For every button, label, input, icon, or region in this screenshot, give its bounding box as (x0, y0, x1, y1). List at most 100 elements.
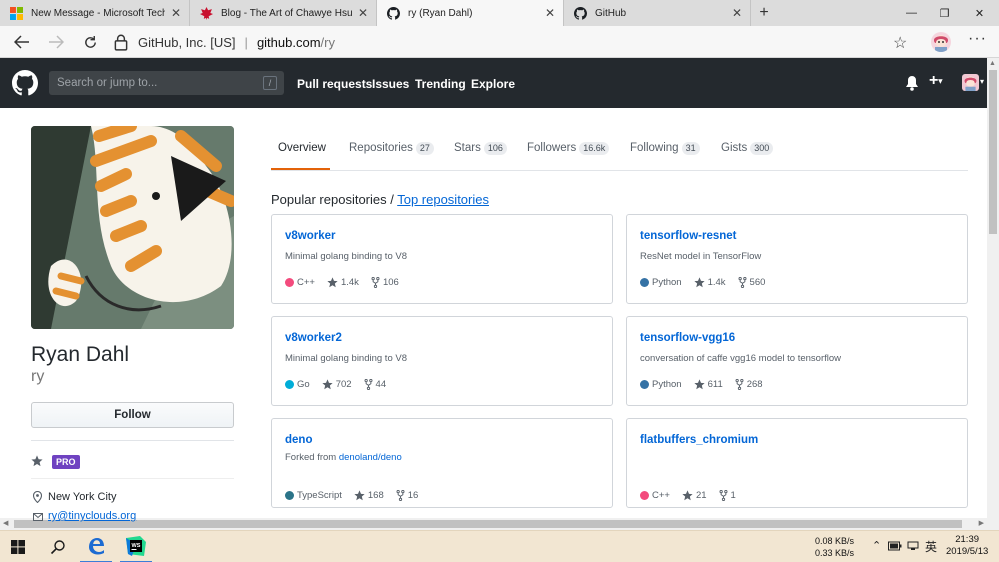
restore-button[interactable]: ❐ (928, 0, 961, 26)
tiger-avatar-image (31, 126, 234, 329)
bell-icon[interactable] (905, 75, 919, 91)
tab-label: Following (630, 142, 679, 154)
create-new-dropdown[interactable]: +▾ (929, 72, 942, 90)
minimize-button[interactable]: — (895, 0, 928, 26)
language-color-dot (285, 278, 294, 287)
browser-tab-ry[interactable]: ry (Ryan Dahl) ✕ (377, 0, 564, 26)
repo-stars[interactable]: 611 (693, 379, 723, 390)
scroll-left-icon[interactable]: ◀ (3, 519, 8, 527)
taskbar-edge[interactable] (80, 531, 112, 562)
repo-forks[interactable]: 560 (738, 277, 766, 288)
repo-description: Minimal golang binding to V8 (285, 251, 407, 262)
nav-pull-requests[interactable]: Pull requests (297, 77, 372, 91)
scrollbar-thumb[interactable] (989, 70, 997, 234)
star-icon (693, 379, 705, 390)
more-menu-icon[interactable]: ··· (968, 30, 987, 48)
browser-tab-blog[interactable]: Blog - The Art of Chawye Hsu ✕ (190, 0, 377, 26)
tray-chevron-up-icon[interactable]: ⌃ (872, 539, 881, 552)
url-field[interactable]: GitHub, Inc. [US] | github.com/ry (112, 29, 917, 55)
nav-explore[interactable]: Explore (471, 77, 515, 91)
repo-name-link[interactable]: v8worker2 (285, 332, 342, 344)
close-icon[interactable]: ✕ (171, 6, 181, 20)
scroll-right-icon[interactable]: ▶ (979, 519, 984, 527)
repo-forks[interactable]: 106 (371, 277, 399, 288)
close-icon[interactable]: ✕ (545, 6, 555, 20)
close-window-button[interactable]: ✕ (963, 0, 996, 26)
fork-count: 560 (749, 277, 766, 288)
svg-text:WS: WS (132, 543, 141, 549)
taskbar-webstorm[interactable]: WS (120, 531, 152, 562)
language-color-dot (640, 380, 649, 389)
repo-stars[interactable]: 1.4k (327, 277, 359, 288)
tab-following[interactable]: Following 31 (630, 142, 700, 155)
battery-icon[interactable] (888, 541, 902, 551)
repo-name-link[interactable]: v8worker (285, 230, 336, 242)
windows-start-icon[interactable] (11, 540, 25, 554)
repo-name-link[interactable]: deno (285, 434, 312, 446)
repo-stars[interactable]: 1.4k (693, 277, 726, 288)
vertical-scrollbar[interactable]: ▲ (987, 58, 999, 518)
tab-repositories[interactable]: Repositories 27 (349, 142, 434, 155)
language-color-dot (640, 278, 649, 287)
horizontal-scrollbar[interactable]: ◀ ▶ (0, 518, 987, 530)
fork-source-link[interactable]: denoland/deno (339, 452, 402, 463)
top-repositories-link[interactable]: Top repositories (397, 192, 489, 207)
tab-label: Followers (527, 142, 577, 154)
user-avatar[interactable] (962, 74, 979, 91)
new-tab-button[interactable]: + (751, 0, 777, 26)
github-logo-icon[interactable] (12, 70, 38, 96)
caret-down-icon[interactable]: ▾ (980, 77, 984, 86)
profile-email[interactable]: ry@tinyclouds.org (48, 510, 136, 522)
repo-language: Python (640, 277, 682, 288)
lock-icon (114, 34, 128, 51)
divider (31, 440, 234, 441)
repo-stars[interactable]: 168 (354, 490, 384, 501)
clock[interactable]: 21:39 2019/5/13 (946, 534, 988, 558)
repo-forks[interactable]: 1 (719, 490, 736, 501)
network-icon[interactable] (907, 541, 919, 551)
tab-overview[interactable]: Overview (278, 142, 326, 154)
tab-gists[interactable]: Gists 300 (721, 142, 774, 155)
repo-language: C++ (640, 490, 670, 501)
close-icon[interactable]: ✕ (732, 6, 742, 20)
nav-issues[interactable]: Issues (372, 77, 409, 91)
scroll-up-icon[interactable]: ▲ (989, 60, 996, 67)
ime-indicator[interactable]: 英 (925, 538, 937, 555)
repo-meta: C++ 1.4k 106 (285, 277, 411, 288)
repo-card: tensorflow-vgg16 conversation of caffe vg… (626, 316, 968, 406)
search-icon[interactable] (50, 539, 66, 555)
repo-forks[interactable]: 268 (735, 379, 763, 390)
nav-trending[interactable]: Trending (415, 77, 466, 91)
repo-card: v8worker Minimal golang binding to V8 C++ 1… (271, 214, 613, 304)
browser-tab-title: ry (Ryan Dahl) (408, 7, 473, 19)
browser-profile-avatar[interactable] (931, 32, 951, 52)
scrollbar-thumb[interactable] (14, 520, 962, 528)
repo-forks[interactable]: 44 (364, 379, 386, 390)
star-icon (327, 277, 338, 288)
repo-stars[interactable]: 702 (322, 379, 352, 390)
favorite-star-icon[interactable]: ☆ (893, 33, 907, 53)
refresh-button[interactable] (78, 30, 102, 54)
tab-followers[interactable]: Followers 16.6k (527, 142, 610, 155)
fork-icon (719, 490, 728, 501)
tab-label: Gists (721, 142, 748, 154)
profile-name: Ryan Dahl (31, 343, 130, 366)
tab-counter: 106 (483, 142, 507, 155)
browser-tab-outlook[interactable]: New Message - Microsoft Tech C ✕ (0, 0, 190, 26)
forward-button[interactable] (44, 30, 68, 54)
repo-name-link[interactable]: flatbuffers_chromium (640, 434, 758, 446)
repo-name-link[interactable]: tensorflow-vgg16 (640, 332, 735, 344)
tab-stars[interactable]: Stars 106 (454, 142, 507, 155)
search-input[interactable]: Search or jump to... / (49, 71, 284, 95)
repo-forks[interactable]: 16 (396, 490, 418, 501)
repo-stars[interactable]: 21 (682, 490, 707, 501)
browser-tab-title: GitHub (595, 7, 627, 19)
back-button[interactable] (10, 30, 34, 54)
follow-button[interactable]: Follow (31, 402, 234, 428)
close-icon[interactable]: ✕ (358, 6, 368, 20)
browser-tab-title: Blog - The Art of Chawye Hsu (221, 7, 352, 19)
repo-name-link[interactable]: tensorflow-resnet (640, 230, 737, 242)
repo-language: C++ (285, 277, 315, 288)
search-placeholder: Search or jump to... (57, 77, 158, 89)
browser-tab-github[interactable]: GitHub ✕ (564, 0, 751, 26)
